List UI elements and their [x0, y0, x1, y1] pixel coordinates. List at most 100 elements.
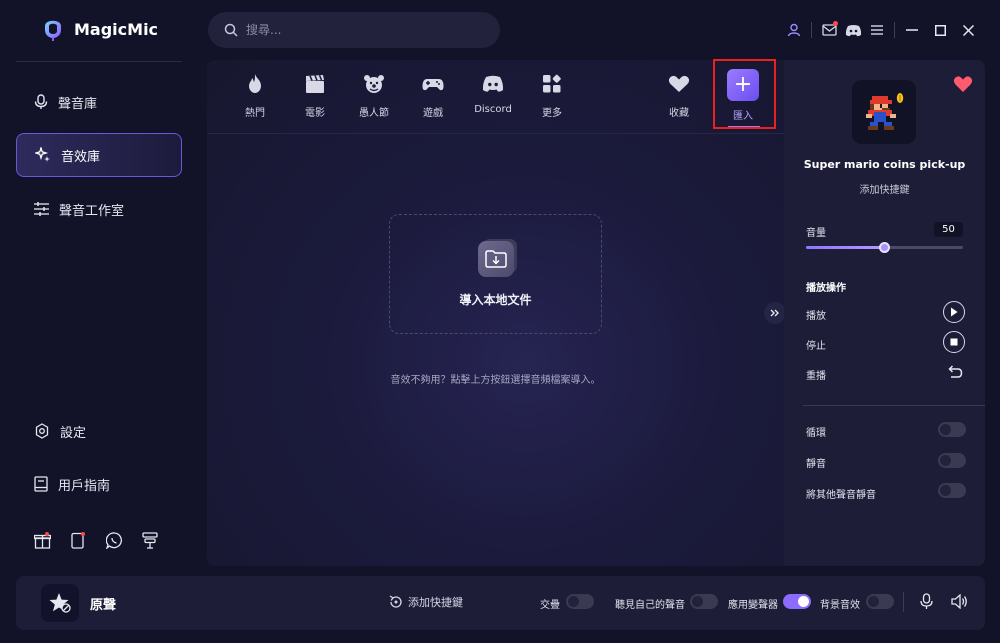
- overlap-label: 交疊: [540, 600, 560, 611]
- volume-value[interactable]: 50: [934, 222, 963, 237]
- app-name: MagicMic: [74, 19, 159, 39]
- playback-section-title: 播放操作: [806, 283, 846, 294]
- hear-self-toggle[interactable]: [690, 594, 718, 609]
- current-voice-name: 原聲: [90, 598, 117, 613]
- favorite-heart-icon[interactable]: [953, 75, 973, 96]
- maximize-icon[interactable]: [928, 20, 952, 40]
- whatsapp-icon[interactable]: [104, 530, 124, 550]
- play-icon: [951, 307, 958, 317]
- user-icon[interactable]: [782, 20, 806, 40]
- mute-others-toggle[interactable]: [938, 483, 966, 498]
- flame-icon: [249, 74, 261, 93]
- sound-title: Super mario coins pick-up: [803, 158, 966, 171]
- folder-download-icon: [477, 240, 514, 277]
- category-label: 熱門: [245, 108, 265, 119]
- category-label: Discord: [474, 104, 512, 115]
- clown-icon: [364, 75, 384, 93]
- category-label: 愚人節: [359, 108, 389, 119]
- add-shortcut-link[interactable]: 添加快捷鍵: [784, 181, 985, 196]
- mario-icon: [866, 93, 904, 130]
- bottom-divider: [903, 592, 904, 612]
- play-button[interactable]: [943, 301, 965, 323]
- stop-button[interactable]: [943, 331, 965, 353]
- sidebar-item-settings[interactable]: 設定: [16, 411, 182, 451]
- sidebar-item-label: 設定: [60, 425, 87, 441]
- divider: [894, 22, 895, 38]
- volume-label: 音量: [806, 228, 826, 239]
- apply-changer-label: 應用變聲器: [728, 600, 778, 611]
- category-april-fools[interactable]: 愚人節: [346, 68, 402, 124]
- sidebar-item-voice-studio[interactable]: 聲音工作室: [16, 187, 182, 231]
- speaker-icon[interactable]: [951, 593, 968, 612]
- category-label: 遊戲: [423, 108, 443, 119]
- loop-toggle[interactable]: [938, 422, 966, 437]
- import-dropzone[interactable]: 導入本地文件: [389, 214, 602, 334]
- volume-slider-fill: [806, 246, 885, 249]
- stack-icon[interactable]: [140, 530, 160, 550]
- search-icon: [224, 23, 238, 37]
- discord-icon[interactable]: [841, 20, 865, 40]
- app-logo: MagicMic: [42, 16, 158, 42]
- bg-effect-toggle[interactable]: [866, 594, 894, 609]
- sliders-icon: [34, 202, 49, 216]
- apply-changer-toggle[interactable]: [783, 594, 811, 609]
- category-divider: [207, 133, 784, 134]
- search-input[interactable]: [246, 23, 476, 37]
- sidebar-quick-icons: [32, 530, 160, 550]
- sidebar-item-label: 音效庫: [61, 149, 101, 165]
- tablet-icon[interactable]: [68, 530, 88, 550]
- category-label: 電影: [305, 108, 325, 119]
- grid-icon: [543, 74, 561, 93]
- book-icon: [34, 476, 48, 492]
- category-favorites[interactable]: 收藏: [651, 68, 707, 124]
- discord-icon: [482, 75, 504, 92]
- category-label: 更多: [542, 108, 562, 119]
- sidebar-item-sound-effects[interactable]: 音效庫: [16, 133, 182, 177]
- microphone-icon[interactable]: [920, 593, 933, 613]
- mail-icon[interactable]: [817, 20, 841, 40]
- import-hint: 音效不夠用？點擊上方按鈕選擇音頻檔案導入。: [390, 375, 601, 386]
- overlap-toggle[interactable]: [566, 594, 594, 609]
- volume-slider-knob[interactable]: [878, 242, 890, 253]
- sparkle-icon: [35, 147, 50, 162]
- gamepad-icon: [422, 79, 444, 91]
- shortcut-icon: [389, 595, 402, 608]
- play-label: 播放: [806, 311, 826, 322]
- replay-icon[interactable]: [946, 363, 963, 383]
- loop-label: 循環: [806, 428, 826, 439]
- clapper-icon: [306, 75, 324, 93]
- sound-thumbnail: [852, 80, 916, 144]
- import-highlight-box: [713, 59, 776, 129]
- panel-divider: [803, 405, 985, 406]
- replay-label: 重播: [806, 371, 826, 382]
- dropzone-label: 導入本地文件: [459, 292, 532, 307]
- star-off-icon: [49, 593, 71, 613]
- category-discord[interactable]: Discord: [465, 68, 521, 124]
- category-movies[interactable]: 電影: [287, 68, 343, 124]
- sidebar-divider: [16, 61, 182, 62]
- collapse-panel-button[interactable]: [764, 302, 786, 324]
- category-hot[interactable]: 熱門: [227, 68, 283, 124]
- gift-icon[interactable]: [32, 530, 52, 550]
- close-icon[interactable]: [956, 20, 980, 40]
- mute-label: 靜音: [806, 459, 826, 470]
- sidebar-item-voice-library[interactable]: 聲音庫: [16, 80, 182, 124]
- window-controls: [782, 20, 980, 40]
- bottom-add-shortcut[interactable]: 添加快捷鍵: [389, 594, 463, 610]
- menu-icon[interactable]: [865, 20, 889, 40]
- mute-toggle[interactable]: [938, 453, 966, 468]
- bg-effect-label: 背景音效: [820, 600, 860, 611]
- divider: [811, 22, 812, 38]
- category-games[interactable]: 遊戲: [405, 68, 461, 124]
- double-chevron-right-icon: [770, 309, 779, 317]
- voice-avatar[interactable]: [41, 584, 79, 622]
- heart-icon: [668, 75, 690, 92]
- minimize-icon[interactable]: [900, 20, 924, 40]
- category-more[interactable]: 更多: [524, 68, 580, 124]
- mute-others-label: 將其他聲音靜音: [806, 490, 876, 501]
- mic-icon: [34, 94, 48, 109]
- notification-dot: [833, 21, 838, 26]
- search-bar[interactable]: [208, 12, 500, 48]
- hear-self-label: 聽見自己的聲音: [615, 600, 685, 611]
- sidebar-item-user-guide[interactable]: 用戶指南: [16, 464, 182, 504]
